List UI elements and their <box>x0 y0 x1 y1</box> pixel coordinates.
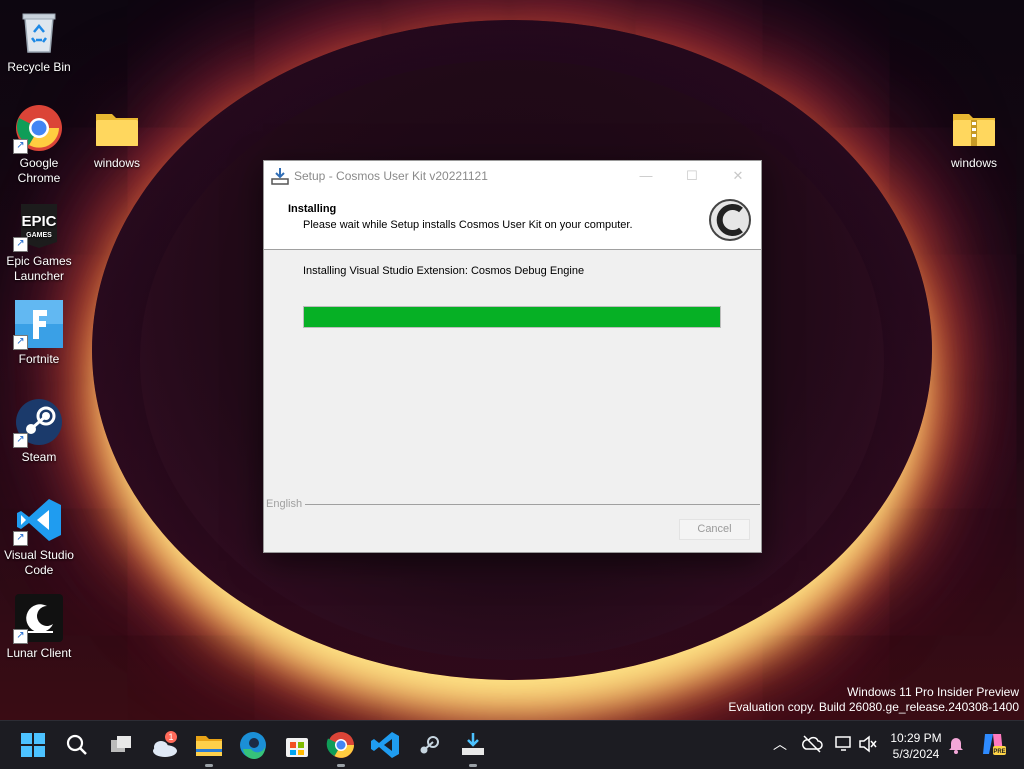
close-button[interactable]: ✕ <box>715 161 761 191</box>
task-view-icon <box>111 736 131 752</box>
copilot-icon: PRE <box>983 734 1006 755</box>
start-icon <box>21 733 45 757</box>
desktop-icon-label: Google Chrome <box>17 156 61 185</box>
install-progress-bar <box>303 306 721 328</box>
desktop-icon-windows-zip[interactable]: windows <box>936 104 1012 171</box>
show-hidden-icons-button[interactable]: ︿ <box>769 733 791 755</box>
desktop-icon-label: Epic Games Launcher <box>6 254 72 283</box>
desktop-icon-label: Fortnite <box>18 352 60 366</box>
weather-badge: 1 <box>168 732 173 742</box>
task-view-button[interactable] <box>105 729 137 761</box>
desktop-icon-windows-folder[interactable]: windows <box>79 104 155 171</box>
installer-taskbar-button[interactable] <box>457 729 489 767</box>
desktop-icon-label: Steam <box>21 450 57 464</box>
volume-muted-icon <box>859 735 877 753</box>
vscode-taskbar-button[interactable] <box>369 729 401 761</box>
svg-text:GAMES: GAMES <box>26 232 52 239</box>
desktop-icon-label: Visual Studio Code <box>4 548 74 577</box>
volume-button[interactable] <box>857 733 879 755</box>
desktop-icon-lunar-client[interactable]: ↗ Lunar Client <box>1 594 77 661</box>
desktop-icon-google-chrome[interactable]: ↗ Google Chrome <box>1 104 77 186</box>
chrome-icon <box>326 732 354 758</box>
installer-icon <box>271 168 289 185</box>
install-status-text: Installing Visual Studio Extension: Cosm… <box>303 265 585 277</box>
desktop-icon-epic-games[interactable]: EPIC GAMES ↗ Epic Games Launcher <box>1 202 77 284</box>
steam-taskbar-button[interactable] <box>413 729 445 761</box>
progress-fill <box>304 307 720 327</box>
shortcut-arrow-icon: ↗ <box>13 139 28 154</box>
cancel-button[interactable]: Cancel <box>679 519 750 540</box>
vscode-icon: ↗ <box>13 496 63 546</box>
cosmos-logo-icon <box>709 199 751 241</box>
footer-divider <box>304 504 760 505</box>
zip-folder-icon <box>950 104 998 152</box>
search-button[interactable] <box>61 729 93 761</box>
network-button[interactable] <box>833 733 855 755</box>
steam-icon <box>420 736 439 754</box>
chevron-up-icon: ︿ <box>773 736 787 752</box>
shortcut-arrow-icon: ↗ <box>13 531 28 546</box>
minimize-button[interactable]: — <box>623 161 669 191</box>
running-indicator <box>469 764 477 767</box>
shortcut-arrow-icon: ↗ <box>13 629 28 644</box>
shortcut-arrow-icon: ↗ <box>13 433 28 448</box>
desktop-icon-label: windows <box>93 156 141 170</box>
watermark-line-2: Evaluation copy. Build 26080.ge_release.… <box>728 700 1019 714</box>
cloud-offline-icon <box>802 735 823 753</box>
notifications-button[interactable] <box>945 733 967 755</box>
recycle-bin-icon <box>15 8 63 56</box>
desktop-icon-recycle-bin[interactable]: Recycle Bin <box>1 8 77 75</box>
running-indicator <box>337 764 345 767</box>
edge-icon <box>240 732 266 760</box>
language-label: English <box>266 498 306 510</box>
desktop-icon-label: Recycle Bin <box>7 60 71 74</box>
taskbar-clock[interactable]: 10:29 PM 5/3/2024 <box>884 730 948 762</box>
weather-icon: 1 <box>153 731 177 757</box>
svg-text:EPIC: EPIC <box>21 213 56 230</box>
desktop-icon-label: Lunar Client <box>6 646 72 660</box>
maximize-button[interactable]: ☐ <box>669 161 715 191</box>
window-title: Setup - Cosmos User Kit v20221121 <box>294 169 488 183</box>
setup-window[interactable]: Setup - Cosmos User Kit v20221121 — ☐ ✕ … <box>263 160 762 553</box>
search-icon <box>66 734 87 755</box>
folder-icon <box>93 104 141 152</box>
fortnite-icon: ↗ <box>13 300 63 350</box>
windows-watermark: Windows 11 Pro Insider Preview Evaluatio… <box>728 685 1019 715</box>
epic-games-icon: EPIC GAMES ↗ <box>13 202 63 252</box>
network-icon <box>835 736 851 751</box>
shortcut-arrow-icon: ↗ <box>13 335 28 350</box>
chrome-icon: ↗ <box>13 104 63 154</box>
clock-time: 10:29 PM <box>890 731 942 745</box>
taskbar: 1 ︿ 10:29 PM 5/3/2024 PRE <box>0 720 1024 769</box>
desktop-icon-vscode[interactable]: ↗ Visual Studio Code <box>1 496 77 578</box>
desktop-icon-steam[interactable]: ↗ Steam <box>1 398 77 465</box>
vscode-icon <box>371 732 399 758</box>
copilot-button[interactable]: PRE <box>979 730 1007 758</box>
header-subtitle: Please wait while Setup installs Cosmos … <box>303 219 633 231</box>
steam-icon: ↗ <box>13 398 63 448</box>
lunar-client-icon: ↗ <box>13 594 63 644</box>
onedrive-button[interactable] <box>801 733 823 755</box>
file-explorer-button[interactable] <box>193 729 225 767</box>
store-button[interactable] <box>281 729 313 761</box>
file-explorer-icon <box>196 736 222 756</box>
desktop-icon-label: windows <box>950 156 998 170</box>
installer-icon <box>462 733 484 755</box>
desktop-icon-fortnite[interactable]: ↗ Fortnite <box>1 300 77 367</box>
start-button[interactable] <box>17 729 49 761</box>
bell-icon <box>949 738 963 754</box>
window-titlebar[interactable]: Setup - Cosmos User Kit v20221121 — ☐ ✕ <box>264 161 761 191</box>
edge-button[interactable] <box>237 729 269 761</box>
svg-text:PRE: PRE <box>993 749 1005 755</box>
store-icon <box>286 738 308 757</box>
wizard-header: Installing Please wait while Setup insta… <box>264 191 761 250</box>
shortcut-arrow-icon: ↗ <box>13 237 28 252</box>
weather-widget-button[interactable]: 1 <box>149 729 181 761</box>
header-title: Installing <box>288 203 337 215</box>
chrome-taskbar-button[interactable] <box>325 729 357 767</box>
running-indicator <box>205 764 213 767</box>
watermark-line-1: Windows 11 Pro Insider Preview <box>847 685 1019 699</box>
clock-date: 5/3/2024 <box>892 747 940 761</box>
